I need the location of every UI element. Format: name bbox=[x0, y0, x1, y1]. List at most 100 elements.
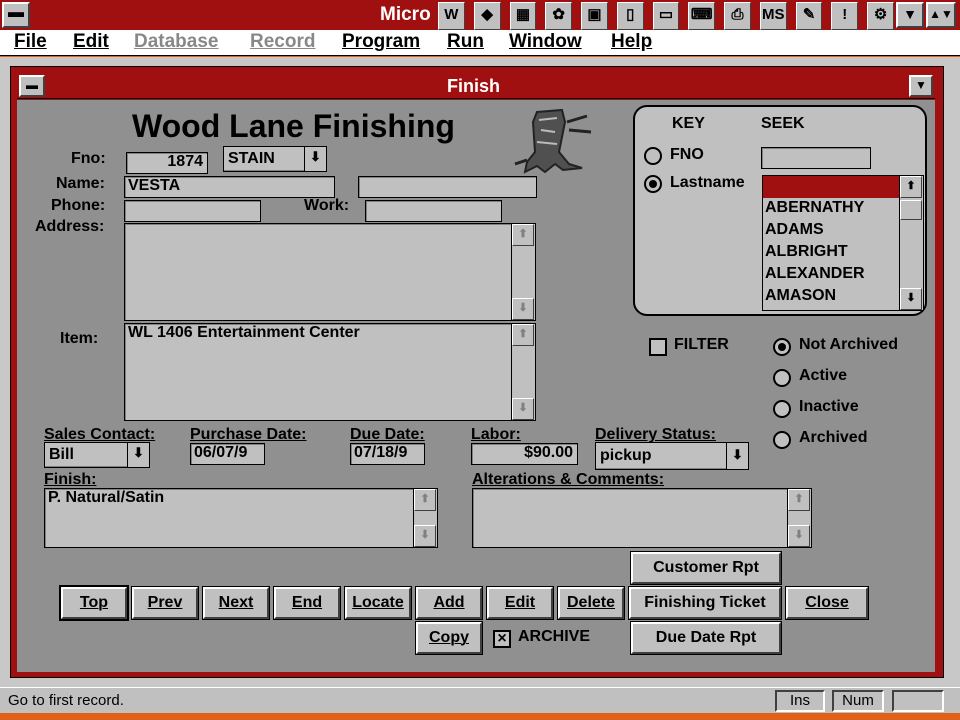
locate-button[interactable]: Locate bbox=[344, 586, 412, 620]
key-lastname-label[interactable]: Lastname bbox=[670, 174, 745, 192]
listbox-scrollbar[interactable]: ⬆ ⬇ bbox=[899, 176, 923, 310]
name-field[interactable]: VESTA bbox=[124, 176, 335, 198]
type-dropdown[interactable]: STAIN ⬇ bbox=[223, 146, 327, 172]
scroll-up-icon[interactable]: ⬆ bbox=[414, 489, 436, 511]
chevron-down-icon[interactable]: ⬇ bbox=[127, 443, 149, 467]
active-radio[interactable] bbox=[773, 369, 791, 387]
key-fno-radio[interactable] bbox=[644, 147, 662, 165]
list-item[interactable]: ALBRIGHT bbox=[765, 243, 848, 261]
scroll-thumb[interactable] bbox=[900, 200, 922, 220]
graph-icon[interactable]: ▦ bbox=[509, 2, 537, 30]
menu-record[interactable]: Record bbox=[250, 31, 315, 53]
printer-icon[interactable]: ⎙ bbox=[724, 2, 751, 30]
alterations-field[interactable]: ⬆ ⬇ bbox=[472, 488, 812, 548]
list-item[interactable]: ADAMS bbox=[765, 221, 824, 239]
scroll-down-icon[interactable]: ⬇ bbox=[414, 525, 436, 547]
scroll-down-icon[interactable]: ⬇ bbox=[788, 525, 810, 547]
menu-database[interactable]: Database bbox=[134, 31, 219, 53]
end-button[interactable]: End bbox=[273, 586, 341, 620]
maximize-button[interactable]: ▲▼ bbox=[926, 2, 956, 28]
menu-program[interactable]: Program bbox=[342, 31, 420, 53]
finish-scrollbar[interactable]: ⬆ ⬇ bbox=[413, 489, 437, 547]
customer-rpt-button[interactable]: Customer Rpt bbox=[630, 551, 782, 585]
item-scrollbar[interactable]: ⬆ ⬇ bbox=[511, 324, 535, 420]
app-system-menu-button[interactable]: ▬ bbox=[2, 2, 30, 28]
name-listbox[interactable]: ABERNATHY ADAMS ALBRIGHT ALEXANDER AMASO… bbox=[762, 175, 924, 311]
phone-field[interactable] bbox=[124, 200, 261, 222]
item-field[interactable]: WL 1406 Entertainment Center ⬆ ⬇ bbox=[124, 323, 536, 421]
next-button[interactable]: Next bbox=[202, 586, 270, 620]
archived-radio[interactable] bbox=[773, 431, 791, 449]
scroll-down-icon[interactable]: ⬇ bbox=[512, 398, 534, 420]
scroll-down-icon[interactable]: ⬇ bbox=[900, 288, 922, 310]
not-archived-radio[interactable] bbox=[773, 338, 791, 356]
fox-icon[interactable]: ✿ bbox=[545, 2, 573, 30]
archive-label[interactable]: ARCHIVE bbox=[518, 628, 590, 646]
due-date-rpt-button[interactable]: Due Date Rpt bbox=[630, 621, 782, 655]
window-minimize-button[interactable]: ▼ bbox=[909, 75, 933, 97]
address-field[interactable]: ⬆ ⬇ bbox=[124, 223, 536, 321]
close-button[interactable]: Close bbox=[785, 586, 869, 620]
word-icon[interactable]: W bbox=[438, 2, 465, 30]
not-archived-label[interactable]: Not Archived bbox=[799, 336, 898, 354]
keyboard-icon[interactable]: ⌨ bbox=[688, 2, 716, 30]
edit-button[interactable]: Edit bbox=[486, 586, 554, 620]
menu-window[interactable]: Window bbox=[509, 31, 582, 53]
sales-contact-dropdown[interactable]: Bill ⬇ bbox=[44, 442, 150, 468]
purchase-date-field[interactable]: 06/07/9 bbox=[190, 443, 265, 465]
finishing-ticket-button[interactable]: Finishing Ticket bbox=[628, 586, 782, 620]
fno-field[interactable]: 1874 bbox=[126, 152, 208, 174]
menu-edit[interactable]: Edit bbox=[73, 31, 109, 53]
window-system-menu-button[interactable]: ▬ bbox=[19, 75, 45, 97]
prev-button[interactable]: Prev bbox=[131, 586, 199, 620]
archive-checkbox[interactable]: × bbox=[493, 630, 511, 648]
seek-field[interactable] bbox=[761, 147, 871, 169]
address-scrollbar[interactable]: ⬆ ⬇ bbox=[511, 224, 535, 320]
pda-icon[interactable]: ▯ bbox=[616, 2, 644, 30]
delete-button[interactable]: Delete bbox=[557, 586, 625, 620]
copy-button[interactable]: Copy bbox=[415, 621, 483, 655]
ins-indicator: Ins bbox=[775, 690, 825, 712]
active-label[interactable]: Active bbox=[799, 367, 847, 385]
list-item[interactable]: ALEXANDER bbox=[765, 265, 865, 283]
menu-help[interactable]: Help bbox=[611, 31, 652, 53]
filter-label[interactable]: FILTER bbox=[674, 336, 729, 354]
list-item[interactable]: ABERNATHY bbox=[765, 199, 864, 217]
scroll-up-icon[interactable]: ⬆ bbox=[512, 324, 534, 346]
menu-file[interactable]: File bbox=[14, 31, 47, 53]
alterations-scrollbar[interactable]: ⬆ ⬇ bbox=[787, 489, 811, 547]
chevron-down-icon[interactable]: ⬇ bbox=[304, 147, 326, 171]
work-field[interactable] bbox=[365, 200, 502, 222]
delivery-status-dropdown[interactable]: pickup ⬇ bbox=[595, 442, 749, 470]
archived-label[interactable]: Archived bbox=[799, 429, 867, 447]
monitor-icon[interactable]: ▭ bbox=[652, 2, 680, 30]
menu-run[interactable]: Run bbox=[447, 31, 484, 53]
seek-panel: KEY SEEK FNO Lastname ABERNATHY ADAMS AL… bbox=[633, 105, 927, 316]
top-button[interactable]: Top bbox=[59, 585, 129, 621]
labor-field[interactable]: $90.00 bbox=[471, 443, 578, 465]
finish-field[interactable]: P. Natural/Satin ⬆ ⬇ bbox=[44, 488, 438, 548]
scroll-up-icon[interactable]: ⬆ bbox=[512, 224, 534, 246]
scroll-up-icon[interactable]: ⬆ bbox=[900, 176, 922, 198]
name-field-2[interactable] bbox=[358, 176, 537, 198]
gears-icon[interactable]: ⚙ bbox=[867, 2, 894, 30]
rose-icon[interactable]: ◆ bbox=[473, 2, 501, 30]
key-lastname-radio[interactable] bbox=[644, 175, 662, 193]
msdos-icon[interactable]: MS bbox=[759, 2, 787, 30]
due-date-field[interactable]: 07/18/9 bbox=[350, 443, 425, 465]
list-item[interactable]: AMASON bbox=[765, 287, 836, 305]
list-item-selected[interactable] bbox=[763, 176, 899, 198]
labor-label: Labor: bbox=[471, 426, 521, 443]
key-fno-label[interactable]: FNO bbox=[670, 146, 704, 164]
tools-icon[interactable]: ✎ bbox=[795, 2, 823, 30]
scroll-down-icon[interactable]: ⬇ bbox=[512, 298, 534, 320]
inactive-radio[interactable] bbox=[773, 400, 791, 418]
minimize-button[interactable]: ▼ bbox=[896, 2, 924, 28]
alert-icon[interactable]: ! bbox=[831, 2, 859, 30]
chevron-down-icon[interactable]: ⬇ bbox=[726, 443, 748, 469]
filter-checkbox[interactable] bbox=[649, 338, 667, 356]
calc-icon[interactable]: ▣ bbox=[581, 2, 608, 30]
scroll-up-icon[interactable]: ⬆ bbox=[788, 489, 810, 511]
add-button[interactable]: Add bbox=[415, 586, 483, 620]
inactive-label[interactable]: Inactive bbox=[799, 398, 859, 416]
